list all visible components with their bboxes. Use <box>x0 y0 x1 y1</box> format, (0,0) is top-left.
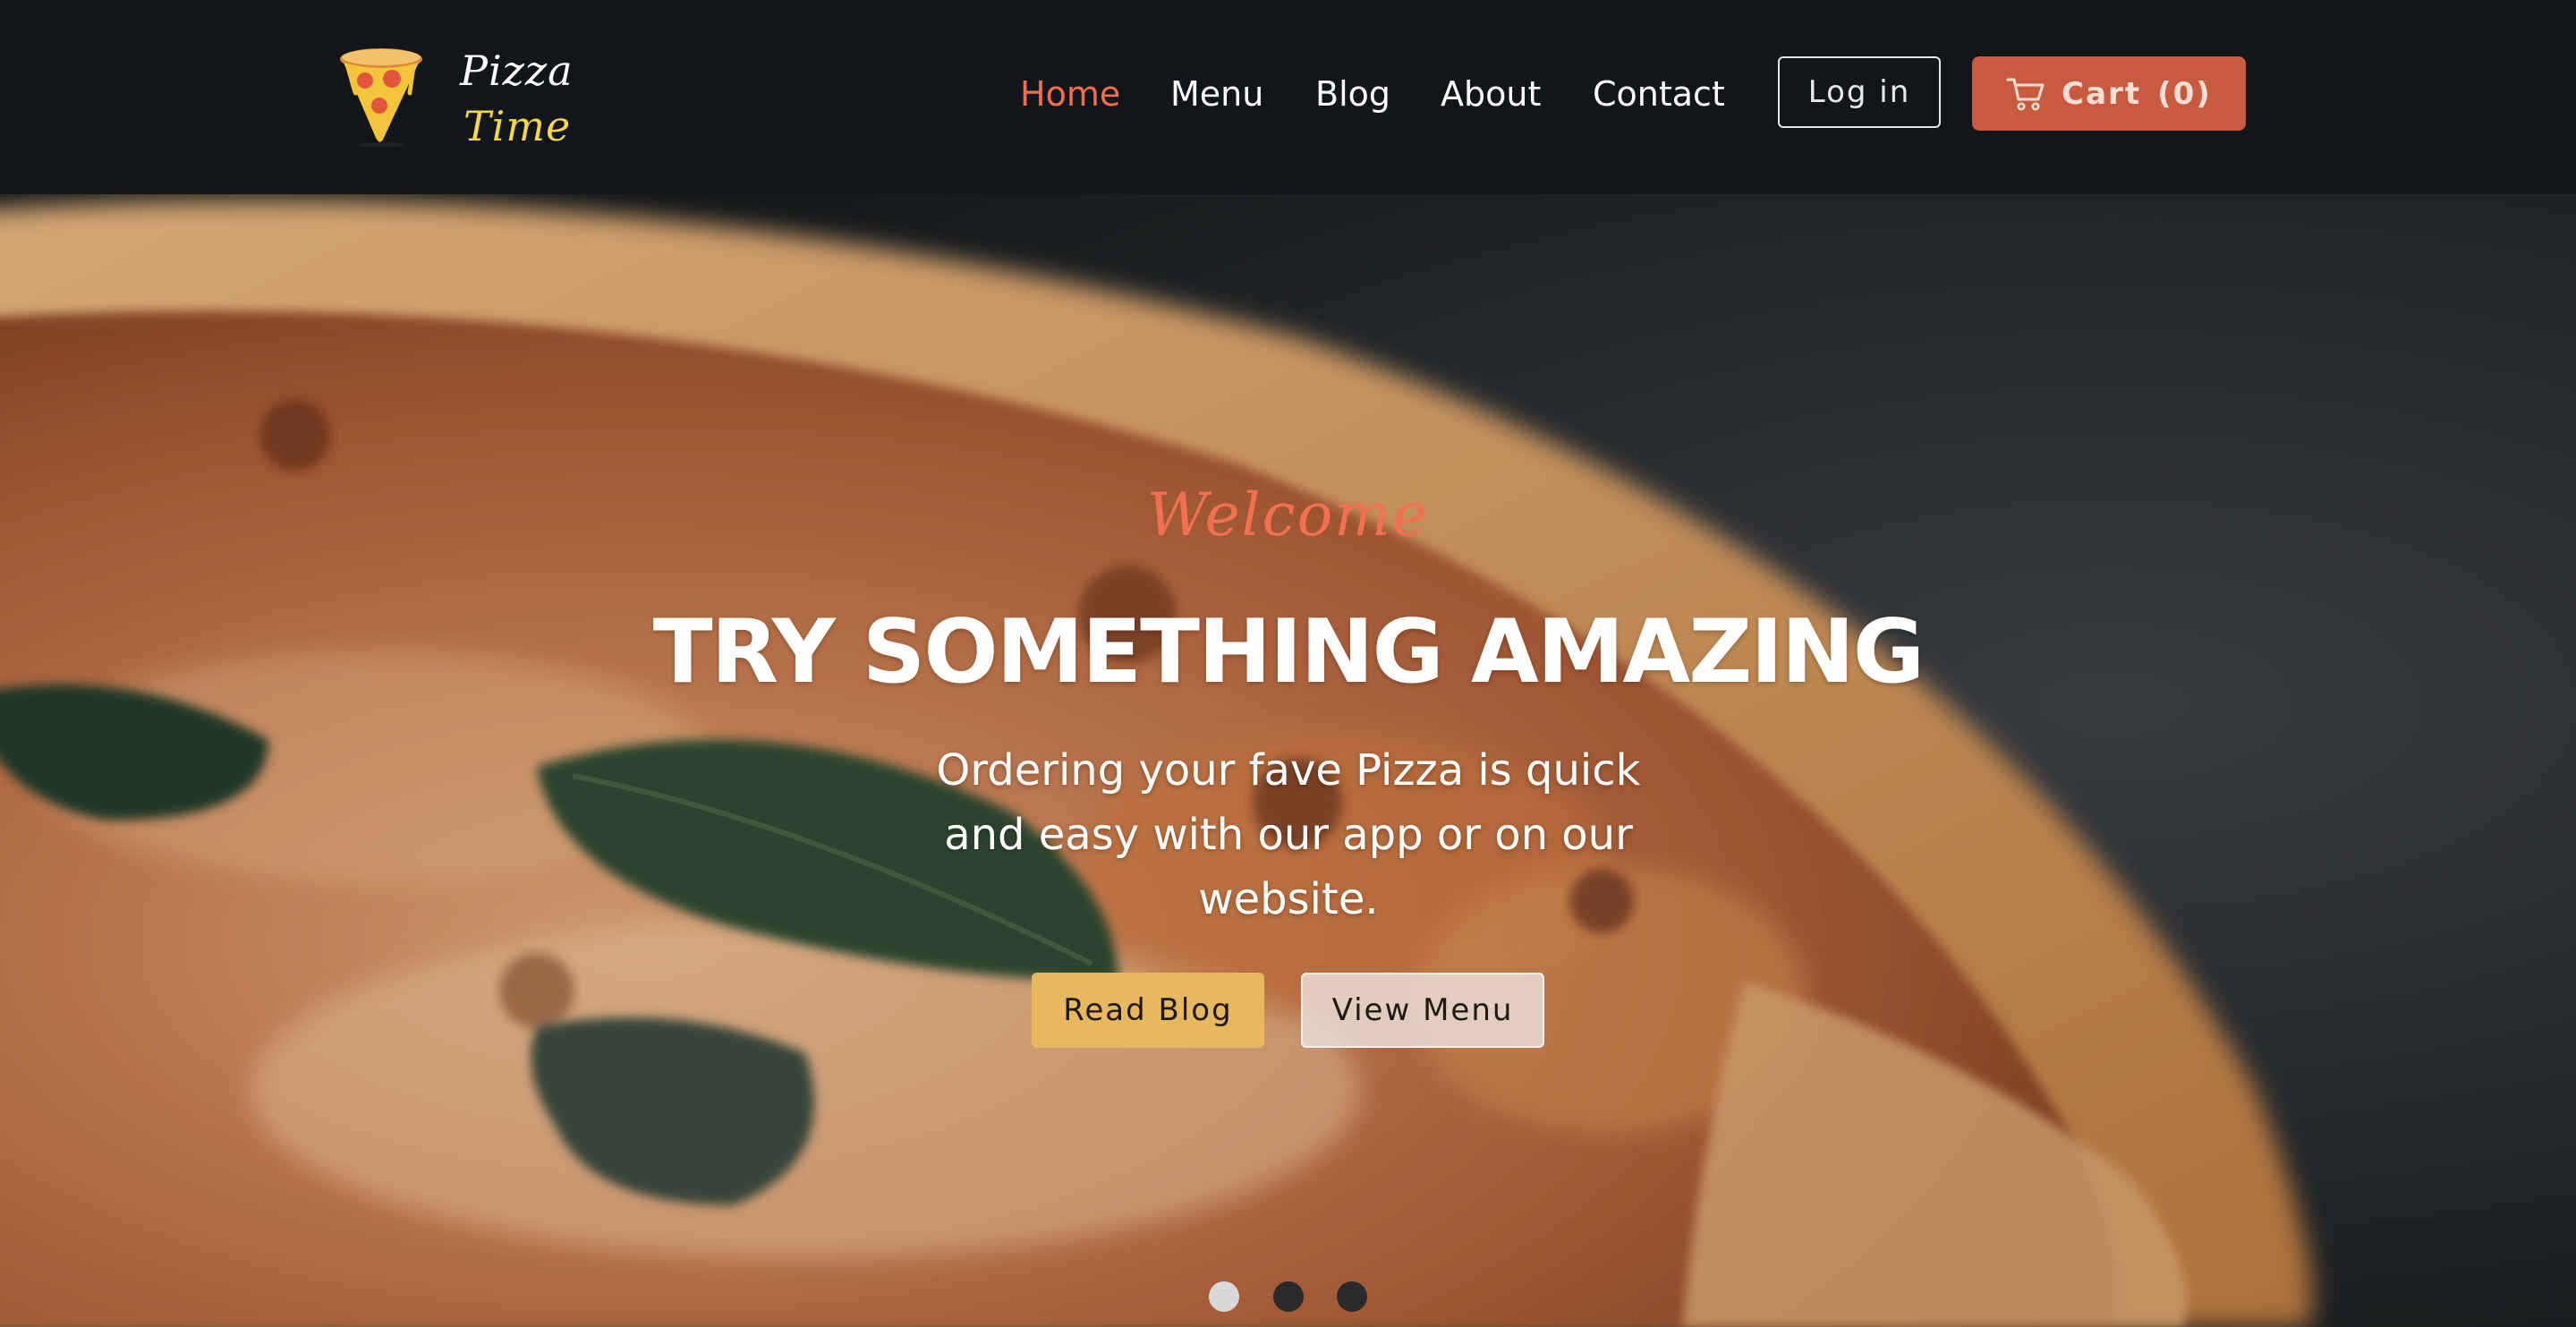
nav-home[interactable]: Home <box>1020 72 1120 116</box>
read-blog-button[interactable]: Read Blog <box>1032 973 1264 1048</box>
page: Pizza Time Home Menu Blog About Contact … <box>0 0 2576 1327</box>
cart-button[interactable]: Cart (0) <box>1972 56 2246 131</box>
cart-label: Cart <box>2062 75 2142 112</box>
carousel-dot-3[interactable] <box>1337 1281 1367 1312</box>
login-button[interactable]: Log in <box>1778 56 1941 128</box>
nav-blog[interactable]: Blog <box>1315 72 1390 116</box>
hero-section: Welcome TRY SOMETHING AMAZING Ordering y… <box>0 194 2576 1327</box>
brand-name-line1: Pizza <box>460 47 574 95</box>
shopping-cart-icon <box>2006 78 2045 110</box>
welcome-text: Welcome <box>1147 481 1429 549</box>
hero-subtext: Ordering your fave Pizza is quick and ea… <box>936 745 1641 924</box>
carousel-indicators <box>0 1281 2576 1314</box>
nav-contact[interactable]: Contact <box>1593 72 1725 116</box>
cart-count: (0) <box>2157 75 2212 112</box>
pizza-slice-icon <box>340 48 422 147</box>
carousel-dot-1[interactable] <box>1209 1281 1239 1312</box>
nav-about[interactable]: About <box>1441 72 1541 116</box>
hero-headline: TRY SOMETHING AMAZING <box>652 601 1925 703</box>
nav-menu[interactable]: Menu <box>1170 72 1263 116</box>
carousel-dot-2[interactable] <box>1273 1281 1304 1312</box>
view-menu-button[interactable]: View Menu <box>1301 973 1544 1048</box>
logo[interactable]: Pizza Time <box>336 43 596 150</box>
navbar: Pizza Time Home Menu Blog About Contact … <box>0 0 2576 194</box>
brand-name-line2: Time <box>463 102 572 150</box>
brand-name: Pizza Time <box>460 43 574 154</box>
